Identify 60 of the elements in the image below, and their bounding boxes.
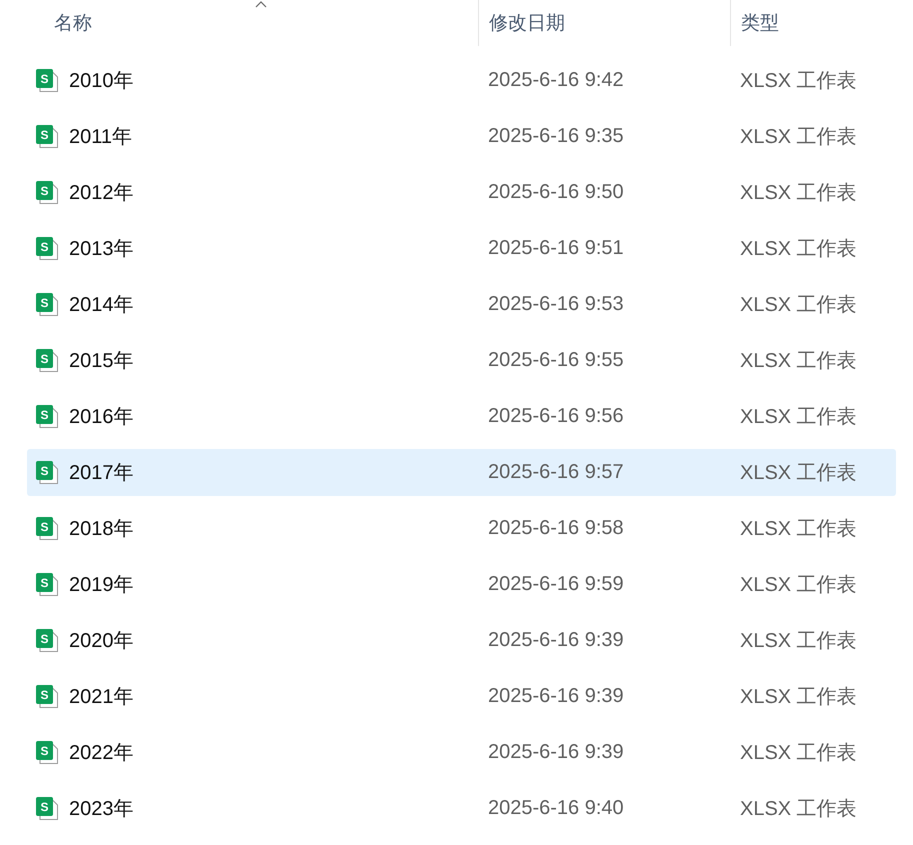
modified-date: 2025-6-16 9:40 xyxy=(487,797,625,820)
sort-ascending-icon xyxy=(254,0,266,8)
file-row[interactable]: S 2020年 2025-6-16 9:39 XLSX 工作表 xyxy=(27,617,896,664)
modified-date: 2025-6-16 9:39 xyxy=(487,685,625,708)
modified-date: 2025-6-16 9:51 xyxy=(487,237,625,260)
column-header[interactable]: 类型 xyxy=(730,0,913,46)
modified-date: 2025-6-16 9:59 xyxy=(487,573,625,596)
file-name: 2022年 xyxy=(69,741,134,766)
file-type: XLSX 工作表 xyxy=(739,293,858,318)
modified-date: 2025-6-16 9:55 xyxy=(487,349,625,372)
file-row[interactable]: S 2011年 2025-6-16 9:35 XLSX 工作表 xyxy=(27,113,896,160)
file-name: 2019年 xyxy=(69,573,134,598)
file-row[interactable]: S 2017年 2025-6-16 9:57 XLSX 工作表 xyxy=(27,449,896,496)
file-row[interactable]: S 2022年 2025-6-16 9:39 XLSX 工作表 xyxy=(27,729,896,776)
file-row[interactable]: S 2013年 2025-6-16 9:51 XLSX 工作表 xyxy=(27,225,896,272)
file-name: 2023年 xyxy=(69,797,134,822)
file-type: XLSX 工作表 xyxy=(739,573,858,598)
file-row[interactable]: S 2014年 2025-6-16 9:53 XLSX 工作表 xyxy=(27,281,896,328)
file-row[interactable]: S 2010年 2025-6-16 9:42 XLSX 工作表 xyxy=(27,57,896,104)
file-type: XLSX 工作表 xyxy=(739,741,858,766)
file-row[interactable]: S 2015年 2025-6-16 9:55 XLSX 工作表 xyxy=(27,337,896,384)
file-name: 2013年 xyxy=(69,237,134,262)
modified-date: 2025-6-16 9:39 xyxy=(487,741,625,764)
file-row[interactable]: S 2012年 2025-6-16 9:50 XLSX 工作表 xyxy=(27,169,896,216)
file-type: XLSX 工作表 xyxy=(739,181,858,206)
modified-date: 2025-6-16 9:50 xyxy=(487,181,625,204)
file-type: XLSX 工作表 xyxy=(739,685,858,710)
column-header[interactable]: 修改日期 xyxy=(478,0,730,46)
file-row[interactable]: S 2021年 2025-6-16 9:39 XLSX 工作表 xyxy=(27,673,896,720)
file-name: 2017年 xyxy=(69,461,134,486)
file-row[interactable]: S 2019年 2025-6-16 9:59 XLSX 工作表 xyxy=(27,561,896,608)
file-type: XLSX 工作表 xyxy=(739,629,858,654)
file-name: 2021年 xyxy=(69,685,134,710)
file-name: 2018年 xyxy=(69,517,134,542)
modified-date: 2025-6-16 9:57 xyxy=(487,461,625,484)
file-type: XLSX 工作表 xyxy=(739,461,858,486)
file-row[interactable]: S 2016年 2025-6-16 9:56 XLSX 工作表 xyxy=(27,393,896,440)
file-row[interactable]: S 2018年 2025-6-16 9:58 XLSX 工作表 xyxy=(27,505,896,552)
file-name: 2020年 xyxy=(69,629,134,654)
modified-date: 2025-6-16 9:39 xyxy=(487,629,625,652)
file-name: 2014年 xyxy=(69,293,134,318)
file-type: XLSX 工作表 xyxy=(739,125,858,150)
file-name: 2016年 xyxy=(69,405,134,430)
modified-date: 2025-6-16 9:42 xyxy=(487,69,625,92)
file-type: XLSX 工作表 xyxy=(739,517,858,542)
file-name: 2010年 xyxy=(69,69,134,94)
file-type: XLSX 工作表 xyxy=(739,237,858,262)
modified-date: 2025-6-16 9:53 xyxy=(487,293,625,316)
file-type: XLSX 工作表 xyxy=(739,349,858,374)
file-name: 2012年 xyxy=(69,181,134,206)
file-name: 2015年 xyxy=(69,349,134,374)
modified-date: 2025-6-16 9:56 xyxy=(487,405,625,428)
modified-date: 2025-6-16 9:58 xyxy=(487,517,625,540)
column-header[interactable]: 名称 xyxy=(27,0,478,46)
file-type: XLSX 工作表 xyxy=(739,797,858,822)
file-name: 2011年 xyxy=(69,125,132,150)
modified-date: 2025-6-16 9:35 xyxy=(487,125,625,148)
file-type: XLSX 工作表 xyxy=(739,405,858,430)
file-type: XLSX 工作表 xyxy=(739,69,858,94)
file-row[interactable]: S 2023年 2025-6-16 9:40 XLSX 工作表 xyxy=(27,785,896,832)
